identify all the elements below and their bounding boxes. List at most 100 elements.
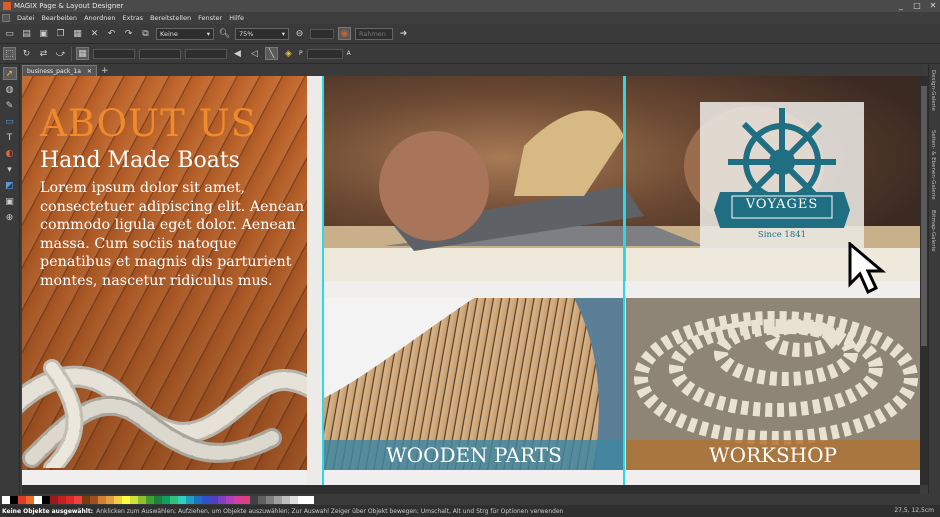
new-document-icon[interactable]: ▭	[3, 27, 16, 40]
magnet-icon[interactable]: ◉	[338, 27, 351, 40]
text-tool-icon[interactable]: T	[3, 131, 17, 144]
voyages-logo[interactable]: VOYAGES Since 1841	[700, 102, 864, 252]
color-swatch[interactable]	[250, 495, 258, 504]
color-swatch[interactable]	[130, 495, 138, 504]
color-swatch[interactable]	[282, 495, 290, 504]
menu-fenster[interactable]: Fenster	[198, 14, 222, 22]
menu-bereitstellen[interactable]: Bereitstellen	[150, 14, 191, 22]
color-swatch[interactable]	[210, 495, 218, 504]
vertical-scrollbar[interactable]	[920, 76, 928, 485]
zoom-select[interactable]: 75% ▾	[235, 27, 289, 40]
guide-line-right[interactable]	[623, 76, 625, 485]
menu-bearbeiten[interactable]: Bearbeiten	[41, 14, 77, 22]
about-us-panel[interactable]: ABOUT US Hand Made Boats Lorem ipsum dol…	[22, 76, 307, 470]
line-tool-icon[interactable]: ╲	[265, 47, 278, 60]
transparency-tool-icon[interactable]: ▾	[3, 163, 17, 176]
pointer-tool-icon[interactable]: ➚	[2, 67, 17, 80]
rotate-icon[interactable]: ↻	[20, 47, 33, 60]
flip-vertical-icon[interactable]: ◁	[248, 47, 261, 60]
color-swatch[interactable]	[114, 495, 122, 504]
color-swatch[interactable]	[106, 495, 114, 504]
save-icon[interactable]: ▣	[37, 27, 50, 40]
color-swatch[interactable]	[18, 495, 26, 504]
color-swatch[interactable]	[66, 495, 74, 504]
add-tab-button[interactable]: +	[101, 66, 109, 76]
color-swatch[interactable]	[2, 495, 10, 504]
transform-icon[interactable]: ⧉	[139, 27, 152, 40]
scroll-thumb[interactable]	[921, 86, 927, 346]
color-swatch[interactable]	[58, 495, 66, 504]
p-field[interactable]	[306, 48, 343, 59]
color-swatch[interactable]	[138, 495, 146, 504]
zoom-icon[interactable]: 🔍︎	[218, 27, 231, 40]
rectangle-tool-icon[interactable]: ▭	[3, 115, 17, 128]
color-swatch[interactable]	[82, 495, 90, 504]
document-menu-icon[interactable]	[2, 14, 10, 22]
mode-select[interactable]: Rahmen	[355, 27, 393, 40]
flip-horizontal-icon[interactable]: ◀	[231, 47, 244, 60]
color-swatch[interactable]	[306, 495, 314, 504]
horizontal-scrollbar[interactable]	[22, 485, 920, 494]
menu-anordnen[interactable]: Anordnen	[84, 14, 115, 22]
color-swatch[interactable]	[98, 495, 106, 504]
zoom-out-icon[interactable]: ⊖	[293, 27, 306, 40]
fill-tool-icon[interactable]: ◐	[3, 147, 17, 160]
menu-datei[interactable]: Datei	[17, 14, 34, 22]
color-swatch[interactable]	[170, 495, 178, 504]
frame-tool-icon[interactable]: ▣	[3, 195, 17, 208]
color-swatch[interactable]	[50, 495, 58, 504]
about-us-heading[interactable]: ABOUT US	[40, 102, 257, 145]
color-swatch[interactable]	[74, 495, 82, 504]
selector-icon[interactable]: ⬚	[3, 47, 16, 60]
color-swatch[interactable]	[202, 495, 210, 504]
color-swatch[interactable]	[122, 495, 130, 504]
wooden-deck-image[interactable]: WOODEN PARTS	[324, 298, 624, 470]
workshop-caption[interactable]: WORKSHOP	[626, 440, 920, 470]
document-canvas[interactable]: ABOUT US Hand Made Boats Lorem ipsum dol…	[22, 76, 920, 485]
design-gallery-tab[interactable]: Design-Galerie	[930, 70, 936, 111]
bitmap-gallery-tab[interactable]: Bitmap-Galerie	[930, 210, 936, 252]
tag-icon[interactable]: ◈	[282, 47, 295, 60]
tab-business-pack[interactable]: business_pack_1a ✕	[22, 65, 97, 76]
color-swatch[interactable]	[298, 495, 306, 504]
freehand-tool-icon[interactable]: ✎	[3, 99, 17, 112]
style-select[interactable]: Keine ▾	[156, 27, 214, 40]
about-us-body-text[interactable]: Lorem ipsum dolor sit amet, consectetuer…	[40, 179, 307, 290]
color-swatch[interactable]	[26, 495, 34, 504]
paste-icon[interactable]: ▦	[71, 27, 84, 40]
color-swatch[interactable]	[162, 495, 170, 504]
open-folder-icon[interactable]: ▤	[20, 27, 33, 40]
zoom-tool-icon[interactable]: ⊕	[3, 211, 17, 224]
grid-icon[interactable]: ▦	[76, 47, 89, 60]
coiled-rope-image[interactable]: WORKSHOP	[626, 298, 920, 470]
menu-hilfe[interactable]: Hilfe	[229, 14, 244, 22]
color-swatch[interactable]	[34, 495, 42, 504]
delete-icon[interactable]: ✕	[88, 27, 101, 40]
close-button[interactable]: ✕	[928, 1, 938, 10]
wooden-parts-caption[interactable]: WOODEN PARTS	[324, 440, 624, 470]
zoom-slider[interactable]	[310, 28, 334, 39]
undo-icon[interactable]: ↶	[105, 27, 118, 40]
color-swatch[interactable]	[186, 495, 194, 504]
minimize-button[interactable]: _	[896, 1, 906, 10]
color-swatch[interactable]	[194, 495, 202, 504]
color-swatch[interactable]	[266, 495, 274, 504]
color-swatch[interactable]	[290, 495, 298, 504]
guide-line-left[interactable]	[322, 76, 324, 485]
color-swatch[interactable]	[226, 495, 234, 504]
shadow-tool-icon[interactable]: ◩	[3, 179, 17, 192]
arrow-right-icon[interactable]: ➜	[397, 27, 410, 40]
pages-layers-gallery-tab[interactable]: Seiten- & Ebenen-Galerie	[930, 130, 936, 200]
width-field[interactable]	[139, 48, 181, 59]
color-swatch[interactable]	[146, 495, 154, 504]
close-icon[interactable]: ✕	[87, 68, 92, 75]
photo-tool-icon[interactable]: ◍	[3, 83, 17, 96]
color-swatch[interactable]	[274, 495, 282, 504]
color-swatch[interactable]	[178, 495, 186, 504]
color-swatch[interactable]	[154, 495, 162, 504]
color-swatch[interactable]	[234, 495, 242, 504]
color-swatch[interactable]	[218, 495, 226, 504]
redo-icon[interactable]: ↷	[122, 27, 135, 40]
flip-icon[interactable]: ⇄	[37, 47, 50, 60]
copy-icon[interactable]: ❐	[54, 27, 67, 40]
